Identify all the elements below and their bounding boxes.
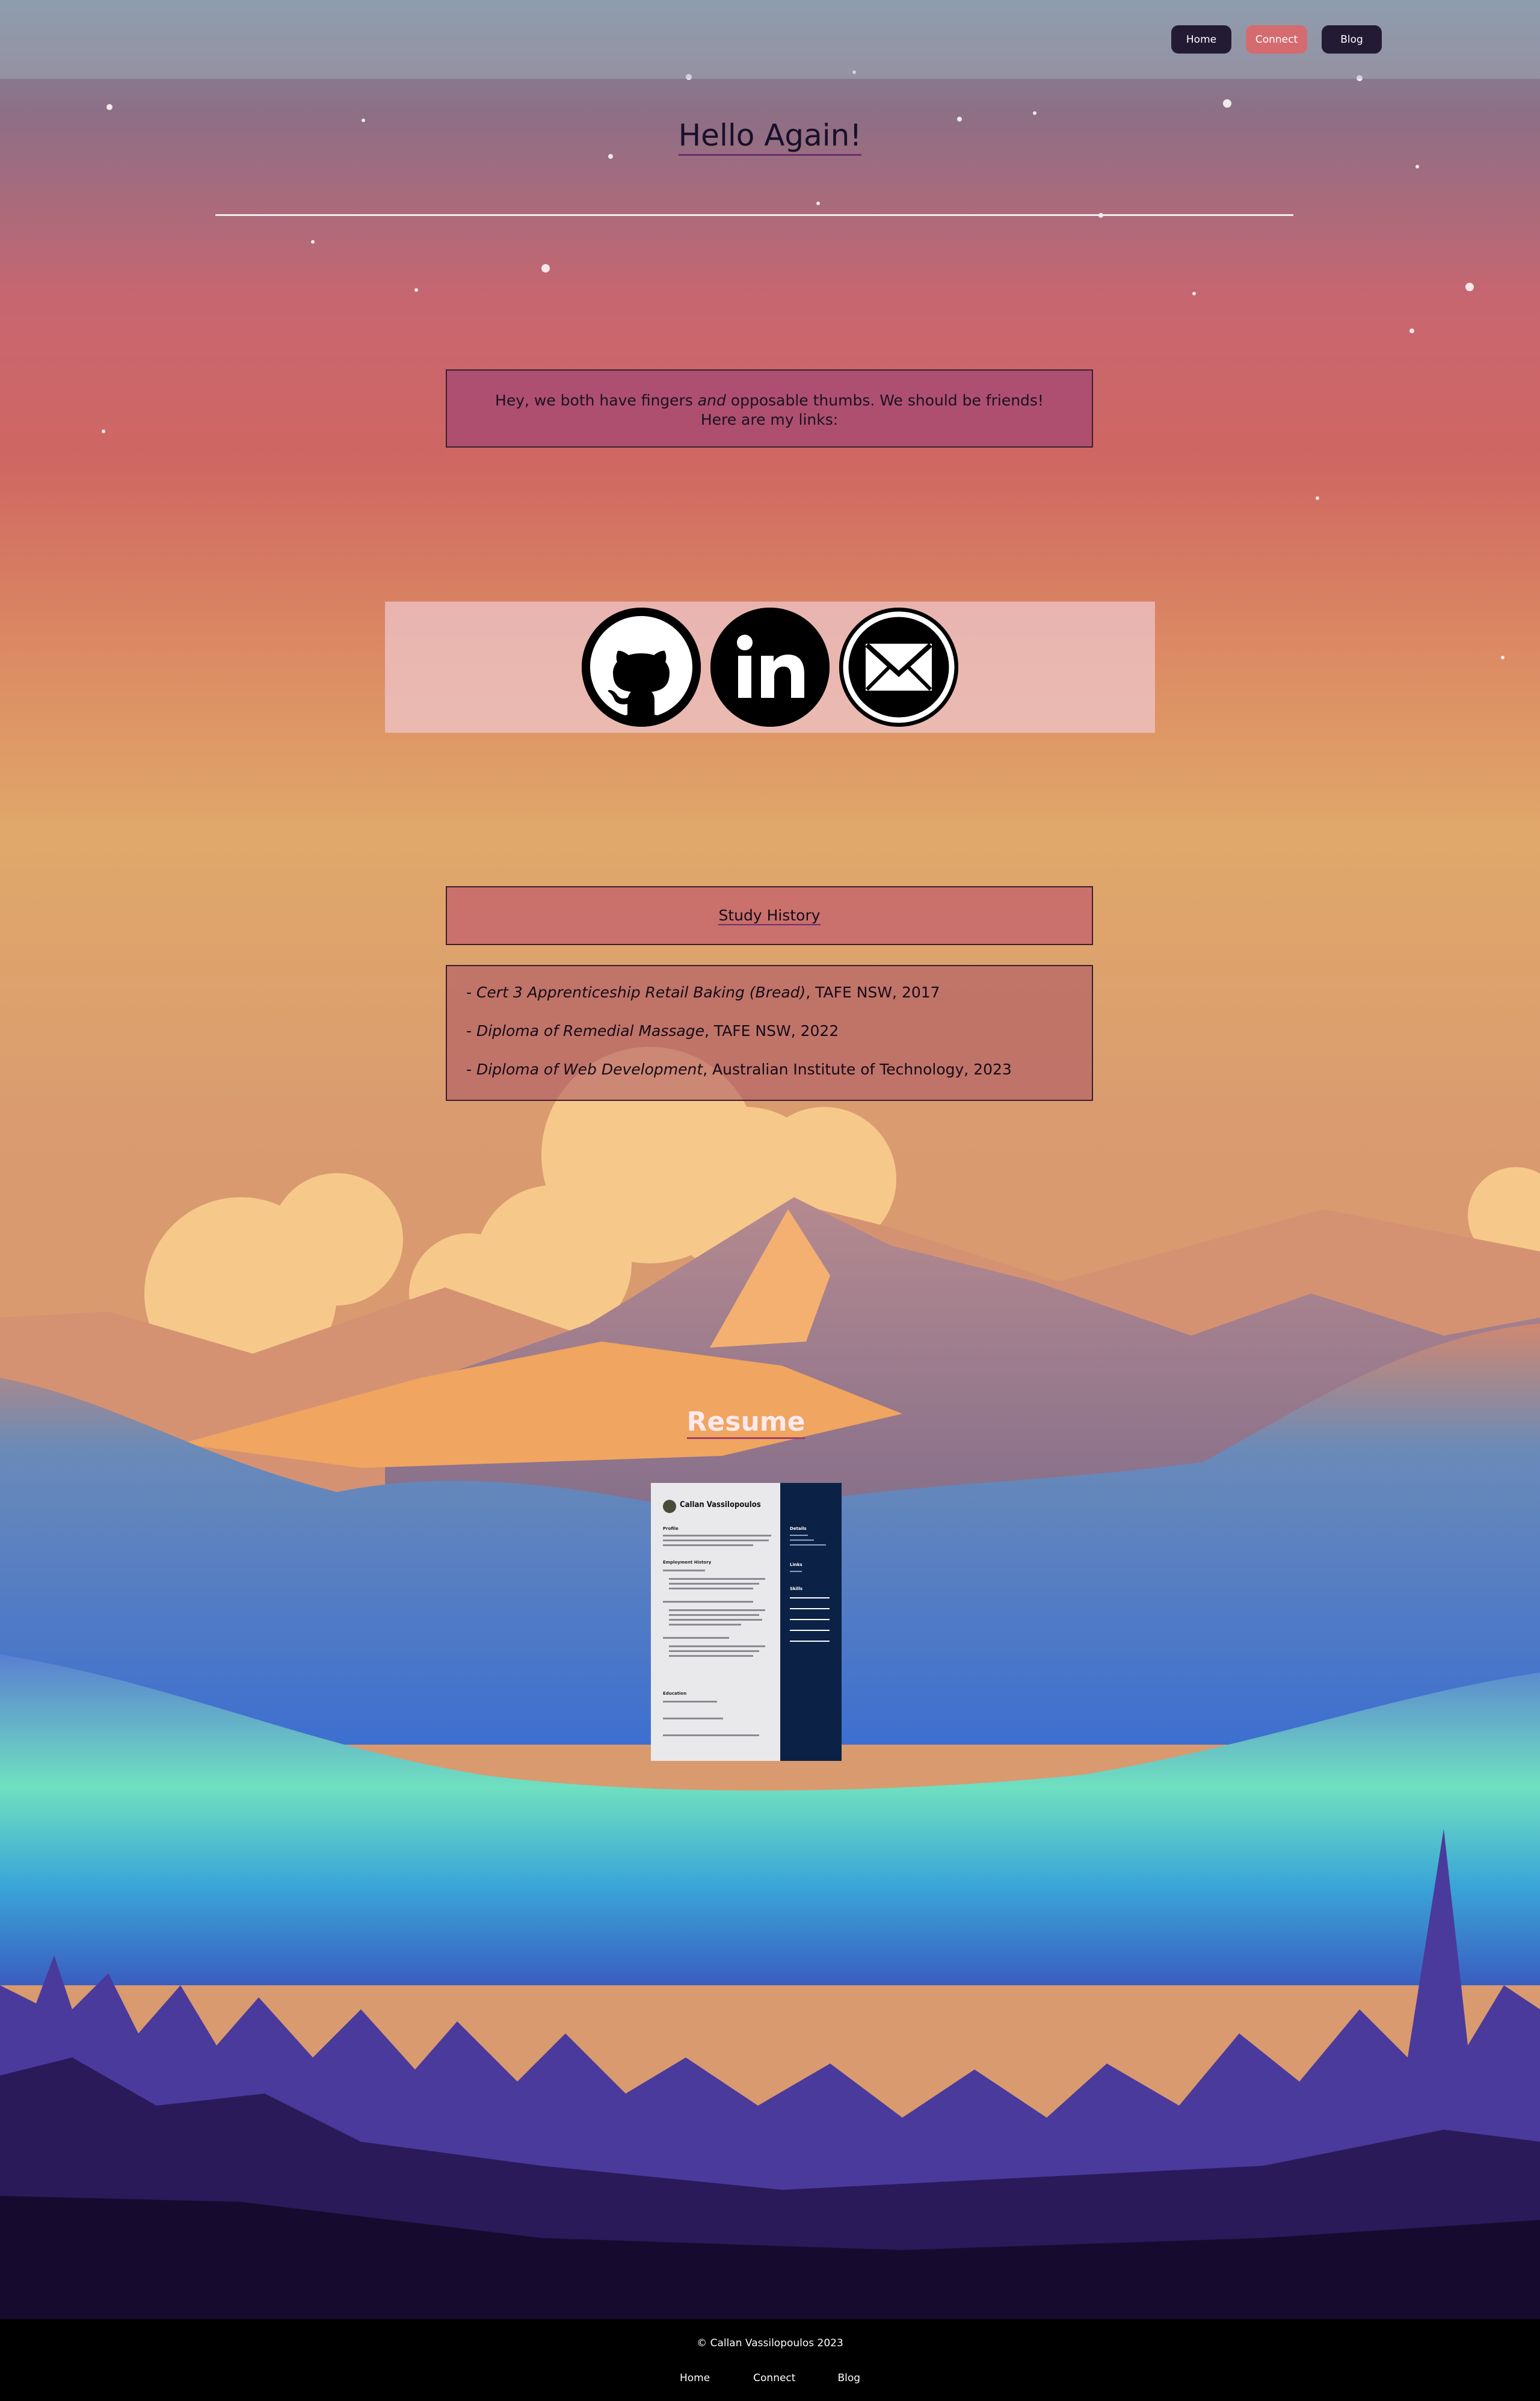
course-name: Diploma of Remedial Massage — [476, 1022, 704, 1040]
resume-section-heading: Education — [663, 1691, 687, 1696]
background-landscape — [0, 0, 1540, 2319]
resume-text-line — [669, 1650, 759, 1652]
resume-photo — [663, 1500, 676, 1513]
resume-text-line — [669, 1583, 759, 1585]
resume-text-line — [663, 1718, 723, 1719]
resume-section-heading: Employment History — [663, 1560, 712, 1565]
page-footer: © Callan Vassilopoulos 2023 Home Connect… — [0, 2319, 1540, 2401]
list-item: - Diploma of Remedial Massage, TAFE NSW,… — [466, 1022, 1092, 1060]
intro-emphasis: and — [697, 392, 726, 409]
list-bullet: - — [466, 1022, 476, 1040]
resume-text-line — [669, 1619, 762, 1621]
footer-nav: Home Connect Blog — [0, 2372, 1540, 2384]
resume-skill-bar — [790, 1608, 830, 1609]
resume-sidebar: Details Links Skills — [780, 1483, 842, 1761]
nav-blog-button[interactable]: Blog — [1322, 25, 1382, 54]
resume-text-line — [669, 1624, 741, 1626]
resume-section-heading: Profile — [663, 1526, 679, 1531]
course-details: , TAFE NSW, 2022 — [704, 1022, 839, 1040]
intro-line-1: Hey, we both have fingers and opposable … — [447, 391, 1092, 410]
resume-text-line — [663, 1701, 717, 1703]
list-item: - Cert 3 Apprenticeship Retail Baking (B… — [466, 983, 1092, 1022]
resume-text-line — [669, 1588, 753, 1589]
course-name: Cert 3 Apprenticeship Retail Baking (Bre… — [476, 984, 806, 1001]
intro-line-2: Here are my links: — [700, 411, 839, 428]
resume-text-line — [790, 1571, 802, 1572]
resume-text-line — [669, 1655, 753, 1657]
study-history-list: - Cert 3 Apprenticeship Retail Baking (B… — [446, 965, 1093, 1101]
intro-text: Hey, we both have fingers — [495, 392, 698, 409]
resume-thumbnail[interactable]: Details Links Skills Callan Vassilopoulo… — [651, 1483, 842, 1761]
footer-home-link[interactable]: Home — [680, 2372, 710, 2384]
resume-side-heading: Details — [790, 1526, 807, 1531]
resume-side-heading: Links — [790, 1562, 802, 1567]
nav-connect-button[interactable]: Connect — [1246, 25, 1307, 54]
resume-skill-bar — [790, 1619, 830, 1620]
linkedin-icon — [710, 608, 830, 727]
page-title: Hello Again! — [0, 118, 1540, 156]
resume-side-heading: Skills — [790, 1586, 803, 1591]
resume-name: Callan Vassilopoulos — [680, 1500, 761, 1509]
resume-text-line — [663, 1570, 705, 1571]
resume-text-line — [663, 1535, 771, 1536]
resume-heading-text: Resume — [686, 1407, 805, 1439]
resume-skill-bar — [790, 1630, 830, 1631]
resume-heading: Resume — [0, 1407, 1492, 1439]
linkedin-link[interactable] — [710, 608, 830, 727]
footer-connect-link[interactable]: Connect — [753, 2372, 795, 2384]
resume-text-line — [790, 1535, 808, 1536]
nav-home-button[interactable]: Home — [1171, 25, 1231, 54]
list-bullet: - — [466, 1061, 476, 1078]
intro-box: Hey, we both have fingers and opposable … — [446, 369, 1093, 448]
resume-skill-bar — [790, 1597, 830, 1598]
course-details: , Australian Institute of Technology, 20… — [703, 1061, 1012, 1078]
resume-text-line — [790, 1540, 814, 1541]
course-details: , TAFE NSW, 2017 — [805, 984, 940, 1001]
github-icon — [582, 608, 701, 727]
nav-menu: Home Connect Blog — [1171, 25, 1382, 54]
title-divider — [215, 214, 1293, 216]
copyright-text: © Callan Vassilopoulos 2023 — [697, 2337, 843, 2349]
intro-text: opposable thumbs. We should be friends! — [725, 392, 1044, 409]
resume-text-line — [669, 1609, 765, 1611]
resume-text-line — [669, 1578, 765, 1580]
resume-text-line — [663, 1734, 759, 1736]
resume-text-line — [669, 1614, 759, 1616]
email-icon — [839, 608, 958, 727]
footer-blog-link[interactable]: Blog — [837, 2372, 860, 2384]
page-title-text: Hello Again! — [678, 118, 862, 156]
list-bullet: - — [466, 984, 476, 1001]
top-navigation-bar: Home Connect Blog — [0, 0, 1540, 79]
study-history-heading: Study History — [446, 886, 1093, 945]
resume-text-line — [663, 1601, 753, 1603]
course-name: Diploma of Web Development — [476, 1061, 703, 1078]
study-history-title: Study History — [718, 907, 821, 925]
resume-text-line — [663, 1540, 769, 1541]
email-link[interactable] — [839, 608, 958, 727]
resume-text-line — [790, 1544, 826, 1546]
resume-skill-bar — [790, 1641, 830, 1642]
resume-text-line — [663, 1544, 753, 1546]
social-links-panel — [385, 602, 1155, 733]
resume-text-line — [663, 1637, 729, 1639]
resume-text-line — [669, 1645, 765, 1647]
list-item: - Diploma of Web Development, Australian… — [466, 1060, 1092, 1099]
github-link[interactable] — [582, 608, 701, 727]
